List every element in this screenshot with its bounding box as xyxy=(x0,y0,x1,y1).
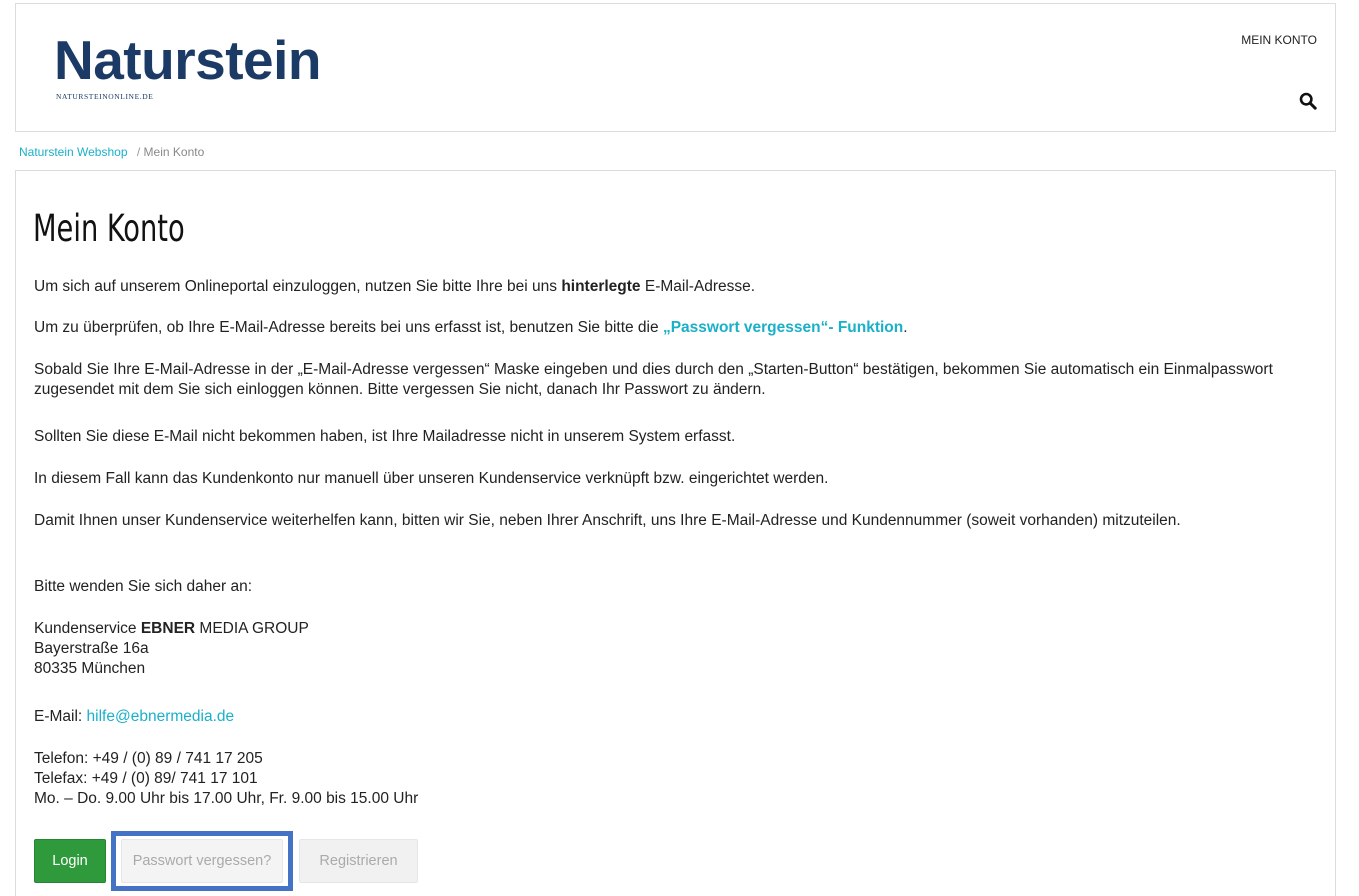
address-city: 80335 München xyxy=(34,660,146,677)
hours-text: Mo. – Do. 9.00 Uhr bis 17.00 Uhr, Fr. 9.… xyxy=(34,790,419,807)
email-link[interactable]: hilfe@ebnermedia.de xyxy=(87,708,235,725)
content-panel: Mein Konto Um sich auf unserem Onlinepor… xyxy=(15,170,1336,896)
intro-bold: hinterlegte xyxy=(561,278,641,295)
login-button[interactable]: Login xyxy=(34,839,106,883)
check-text: Um zu überprüfen, ob Ihre E-Mail-Adresse… xyxy=(34,319,663,336)
service-address: Kundenservice EBNER MEDIA GROUP Bayerstr… xyxy=(34,619,1324,679)
contact-intro: Bitte wenden Sie sich daher an: xyxy=(34,578,252,595)
intro-text: Um sich auf unserem Onlineportal einzulo… xyxy=(34,278,562,295)
check-paragraph: Um zu überprüfen, ob Ihre E-Mail-Adresse… xyxy=(34,318,1324,338)
breadcrumb: Naturstein Webshop / Mein Konto xyxy=(19,145,204,159)
check-text-end: . xyxy=(903,319,908,336)
intro-paragraph: Um sich auf unserem Onlineportal einzulo… xyxy=(34,277,1324,297)
breadcrumb-current: Mein Konto xyxy=(143,145,205,159)
intro-text-end: E-Mail-Adresse. xyxy=(640,278,756,295)
site-logo[interactable]: Naturstein NATURSTEINONLINE.DE xyxy=(54,29,322,101)
otp-paragraph: Sobald Sie Ihre E-Mail-Adresse in der „E… xyxy=(34,361,1273,398)
site-header: Naturstein NATURSTEINONLINE.DE MEIN KONT… xyxy=(15,3,1336,132)
forgot-password-button[interactable]: Passwort vergessen? xyxy=(121,839,283,883)
logo-subtitle: NATURSTEINONLINE.DE xyxy=(56,92,154,101)
forgot-password-function-link[interactable]: „Passwort vergessen“- Funktion xyxy=(663,319,903,336)
email-label: E-Mail: xyxy=(34,708,87,725)
page-title: Mein Konto xyxy=(33,207,185,250)
email-line: E-Mail: hilfe@ebnermedia.de xyxy=(34,707,1324,727)
breadcrumb-separator: / xyxy=(136,145,141,159)
address-street: Bayerstraße 16a xyxy=(34,640,149,657)
address-company-end: MEDIA GROUP xyxy=(195,620,309,637)
address-company-text: Kundenservice xyxy=(34,620,141,637)
manual-paragraph: In diesem Fall kann das Kundenkonto nur … xyxy=(34,470,829,487)
breadcrumb-home-link[interactable]: Naturstein Webshop xyxy=(19,145,128,159)
my-account-link[interactable]: MEIN KONTO xyxy=(1241,33,1317,47)
search-icon[interactable] xyxy=(1299,92,1317,110)
register-button[interactable]: Registrieren xyxy=(299,839,418,883)
not-received-paragraph: Sollten Sie diese E-Mail nicht bekommen … xyxy=(34,428,736,445)
help-paragraph: Damit Ihnen unser Kundenservice weiterhe… xyxy=(34,512,1181,529)
logo-title: Naturstein xyxy=(54,29,322,91)
contact-details: Telefon: +49 / (0) 89 / 741 17 205 Telef… xyxy=(34,749,1324,809)
phone-text: Telefon: +49 / (0) 89 / 741 17 205 xyxy=(34,750,263,767)
fax-text: Telefax: +49 / (0) 89/ 741 17 101 xyxy=(34,770,258,787)
address-company-bold: EBNER xyxy=(140,620,196,637)
